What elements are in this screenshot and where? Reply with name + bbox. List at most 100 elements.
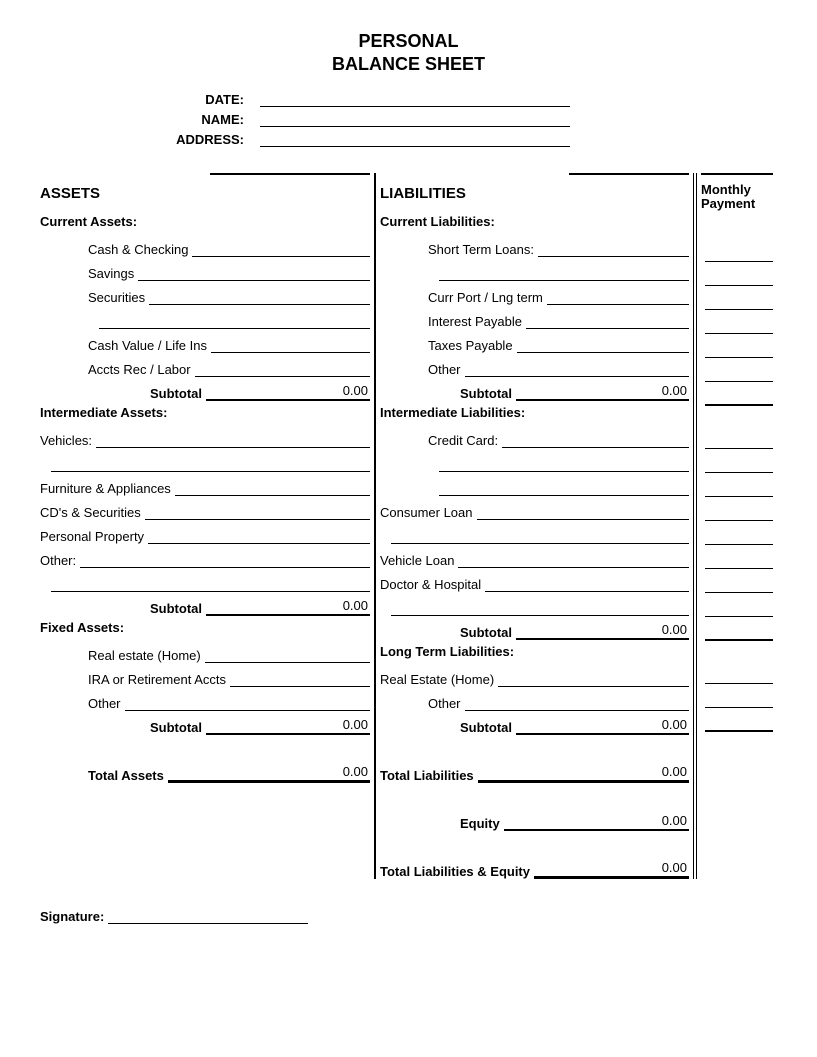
assets-top-rule (210, 173, 370, 175)
input-consumer[interactable] (477, 496, 690, 520)
row-blank-l1: x (380, 257, 689, 281)
date-label: DATE: (40, 92, 260, 107)
input-credit[interactable] (502, 424, 689, 448)
input-realestate-l[interactable] (498, 663, 689, 687)
input-savings[interactable] (138, 257, 370, 281)
header-name-row: NAME: (40, 111, 777, 127)
row-blank-a3: x (40, 568, 370, 592)
row-interest: Interest Payable (380, 305, 689, 329)
signature-row: Signature: (40, 909, 777, 924)
liabilities-column: LIABILITIES Current Liabilities: Short T… (374, 173, 689, 879)
row-cds: CD's & Securities (40, 496, 370, 520)
pay-row (701, 262, 773, 286)
row-other-int: Other: (40, 544, 370, 568)
intermediate-assets-heading: Intermediate Assets: (40, 405, 370, 420)
fixed-assets-heading: Fixed Assets: (40, 620, 370, 635)
pay-row (701, 473, 773, 497)
row-total-assets: Total Assets0.00 (40, 759, 370, 783)
pay-row (701, 358, 773, 382)
pay-row (701, 593, 773, 617)
liab-top-rule (569, 173, 689, 175)
row-realestate-l: Real Estate (Home) (380, 663, 689, 687)
input-furniture[interactable] (175, 472, 370, 496)
input-accts[interactable] (195, 353, 370, 377)
input-other-int[interactable] (80, 544, 370, 568)
pay-row (701, 334, 773, 358)
pay-row (701, 569, 773, 593)
row-short-loans: Short Term Loans: (380, 233, 689, 257)
pay-row (701, 449, 773, 473)
row-longterm-liab-subtotal: Subtotal0.00 (380, 711, 689, 735)
row-blank-a1: x (40, 305, 370, 329)
row-other-fixed: Other (40, 687, 370, 711)
input-cashvalue[interactable] (211, 329, 370, 353)
name-input-line[interactable] (260, 111, 570, 127)
input-interest[interactable] (526, 305, 689, 329)
input-curr-port[interactable] (547, 281, 689, 305)
liabilities-heading: LIABILITIES (380, 185, 689, 202)
row-doctor: Doctor & Hospital (380, 568, 689, 592)
input-vehicle-loan[interactable] (458, 544, 689, 568)
row-fixed-assets-subtotal: Subtotal0.00 (40, 711, 370, 735)
row-ira: IRA or Retirement Accts (40, 663, 370, 687)
row-securities: Securities (40, 281, 370, 305)
document-title: PERSONAL BALANCE SHEET (40, 30, 777, 77)
pay-row (701, 425, 773, 449)
intermediate-liab-heading: Intermediate Liabilities: (380, 405, 689, 420)
input-short-loans[interactable] (538, 233, 689, 257)
input-vehicles[interactable] (96, 424, 370, 448)
balance-sheet-body: ASSETS Current Assets: Cash & Checking S… (40, 173, 777, 879)
input-securities[interactable] (149, 281, 370, 305)
current-liab-heading: Current Liabilities: (380, 214, 689, 229)
input-cash[interactable] (192, 233, 370, 257)
signature-label: Signature: (40, 909, 104, 924)
input-other-cl[interactable] (465, 353, 689, 377)
pay-row (701, 617, 773, 641)
signature-line[interactable] (108, 910, 308, 924)
longterm-liab-heading: Long Term Liabilities: (380, 644, 689, 659)
row-curr-port: Curr Port / Lng term (380, 281, 689, 305)
pay-row (701, 708, 773, 732)
address-input-line[interactable] (260, 131, 570, 147)
row-furniture: Furniture & Appliances (40, 472, 370, 496)
pay-row (701, 660, 773, 684)
input-other-lt[interactable] (465, 687, 689, 711)
date-input-line[interactable] (260, 91, 570, 107)
row-intermediate-assets-subtotal: Subtotal0.00 (40, 592, 370, 616)
input-taxes[interactable] (517, 329, 689, 353)
input-cds[interactable] (145, 496, 370, 520)
row-consumer: Consumer Loan (380, 496, 689, 520)
row-current-assets-subtotal: Subtotal0.00 (40, 377, 370, 401)
pay-row (701, 684, 773, 708)
row-blank-l5: x (380, 592, 689, 616)
pay-top-rule (701, 173, 773, 175)
assets-column: ASSETS Current Assets: Cash & Checking S… (40, 173, 370, 879)
row-blank-l2: x (380, 448, 689, 472)
row-personal: Personal Property (40, 520, 370, 544)
current-assets-heading: Current Assets: (40, 214, 370, 229)
input-realestate[interactable] (205, 639, 370, 663)
assets-heading: ASSETS (40, 185, 370, 202)
row-cashvalue: Cash Value / Life Ins (40, 329, 370, 353)
header-address-row: ADDRESS: (40, 131, 777, 147)
row-accts: Accts Rec / Labor (40, 353, 370, 377)
row-blank-l3: x (380, 472, 689, 496)
input-other-fixed[interactable] (125, 687, 370, 711)
row-credit: Credit Card: (380, 424, 689, 448)
row-vehicle-loan: Vehicle Loan (380, 544, 689, 568)
input-ira[interactable] (230, 663, 370, 687)
row-vehicles: Vehicles: (40, 424, 370, 448)
pay-row (701, 310, 773, 334)
input-doctor[interactable] (485, 568, 689, 592)
row-blank-a2: x (40, 448, 370, 472)
header-date-row: DATE: (40, 91, 777, 107)
pay-row (701, 521, 773, 545)
pay-row (701, 238, 773, 262)
pay-row (701, 497, 773, 521)
row-other-lt: Other (380, 687, 689, 711)
row-realestate: Real estate (Home) (40, 639, 370, 663)
row-taxes: Taxes Payable (380, 329, 689, 353)
row-cash: Cash & Checking (40, 233, 370, 257)
input-personal[interactable] (148, 520, 370, 544)
name-label: NAME: (40, 112, 260, 127)
